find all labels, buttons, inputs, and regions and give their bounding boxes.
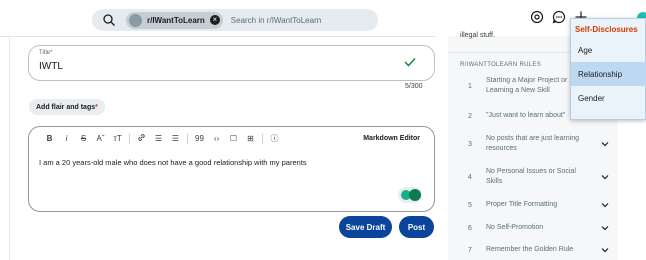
community-chip-label: r/IWantToLearn xyxy=(147,15,205,25)
title-input[interactable]: IWTL xyxy=(39,61,63,72)
rule-number: 4 xyxy=(468,173,472,181)
chevron-down-icon xyxy=(601,203,609,208)
chevron-down-icon xyxy=(601,142,609,147)
chat-icon[interactable] xyxy=(552,10,566,24)
body-textarea[interactable]: I am a 20 years-old male who does not ha… xyxy=(39,158,307,167)
rule-number: 2 xyxy=(468,112,472,120)
search-icon xyxy=(103,14,115,26)
superscript-icon[interactable]: Aˆ xyxy=(92,134,109,143)
rule-label: No Personal Issues or Social Skills xyxy=(486,168,576,185)
italic-icon[interactable]: i xyxy=(58,134,75,143)
required-mark: * xyxy=(95,103,98,111)
checkmark-icon xyxy=(404,57,416,67)
rule-label: No Self-Promotion xyxy=(486,224,544,231)
add-flair-label: Add flair and tags xyxy=(36,103,96,111)
title-char-counter: 5/300 xyxy=(405,83,423,90)
chevron-down-icon xyxy=(601,226,609,231)
rule-number: 7 xyxy=(468,246,472,254)
link-icon[interactable] xyxy=(133,133,150,144)
sidebar-text: illegal stuff. xyxy=(460,32,495,39)
toolbar-separator xyxy=(129,133,130,144)
rule-number: 6 xyxy=(468,224,472,232)
self-disclosure-dropdown: Self-Disclosures Age Relationship Gender xyxy=(570,18,646,120)
spoiler-icon[interactable]: ⓘ xyxy=(266,133,283,144)
remove-filter-icon[interactable]: × xyxy=(209,15,220,25)
left-edge-divider xyxy=(9,36,10,260)
rule-item[interactable]: 5 Proper Title Formatting xyxy=(460,200,610,210)
grammarly-logo-icon xyxy=(409,189,421,201)
rule-label: Remember the Golden Rule xyxy=(486,246,574,253)
chevron-down-icon xyxy=(601,248,609,253)
rule-label: Proper Title Formatting xyxy=(486,201,558,208)
quote-icon[interactable]: 99 xyxy=(191,134,208,143)
rule-item[interactable]: 6 No Self-Promotion xyxy=(460,223,610,233)
chevron-down-icon xyxy=(601,175,609,180)
formatting-toolbar: B i S Aˆ тT ☰ ☰ 99 ‹› ☐ ⊞ ⓘ xyxy=(41,133,283,144)
dropdown-header: Self-Disclosures xyxy=(575,25,638,34)
add-flair-button[interactable]: Add flair and tags * xyxy=(29,99,105,115)
top-divider xyxy=(0,36,436,37)
body-editor[interactable]: B i S Aˆ тT ☰ ☰ 99 ‹› ☐ ⊞ ⓘ Markdown Edi… xyxy=(28,126,435,212)
rule-item[interactable]: 7 Remember the Golden Rule xyxy=(460,245,610,255)
dropdown-option-gender[interactable]: Gender xyxy=(571,86,646,110)
code-icon[interactable]: ‹› xyxy=(208,134,225,143)
dropdown-option-age[interactable]: Age xyxy=(571,38,646,62)
community-filter-chip[interactable]: r/IWantToLearn × xyxy=(126,11,223,29)
rule-number: 5 xyxy=(468,201,472,209)
title-label: Title* xyxy=(39,50,53,56)
search-input[interactable]: Search in r/IWantToLearn xyxy=(231,16,321,25)
community-avatar xyxy=(129,13,142,27)
numbered-list-icon[interactable]: ☰ xyxy=(167,134,184,143)
rule-number: 3 xyxy=(468,140,472,148)
dropdown-option-relationship[interactable]: Relationship xyxy=(571,62,646,86)
toolbar-separator xyxy=(262,133,263,144)
toolbar-separator xyxy=(187,133,188,144)
rules-header: R/IWANTTOLEARN RULES xyxy=(460,62,542,68)
rule-label: No posts that are just learning resource… xyxy=(486,135,579,152)
create-post-page: r/IWantToLearn × Search in r/IWantToLear… xyxy=(0,0,646,260)
title-field[interactable]: Title* IWTL xyxy=(28,45,435,81)
rule-item[interactable]: 3 No posts that are just learning resour… xyxy=(460,134,610,154)
grammarly-icon[interactable] xyxy=(398,187,422,203)
code-block-icon[interactable]: ☐ xyxy=(225,134,242,143)
rule-item[interactable]: 4 No Personal Issues or Social Skills xyxy=(460,167,610,187)
markdown-editor-toggle[interactable]: Markdown Editor xyxy=(363,135,420,142)
advertise-icon[interactable] xyxy=(530,10,544,24)
bulleted-list-icon[interactable]: ☰ xyxy=(150,134,167,143)
heading-icon[interactable]: тT xyxy=(109,134,126,143)
search-bar[interactable]: r/IWantToLearn × Search in r/IWantToLear… xyxy=(92,9,378,31)
strikethrough-icon[interactable]: S xyxy=(75,134,92,143)
post-button[interactable]: Post xyxy=(399,216,434,238)
save-draft-button[interactable]: Save Draft xyxy=(339,216,392,238)
table-icon[interactable]: ⊞ xyxy=(242,134,259,143)
bold-icon[interactable]: B xyxy=(41,134,58,143)
rule-number: 1 xyxy=(468,82,472,90)
